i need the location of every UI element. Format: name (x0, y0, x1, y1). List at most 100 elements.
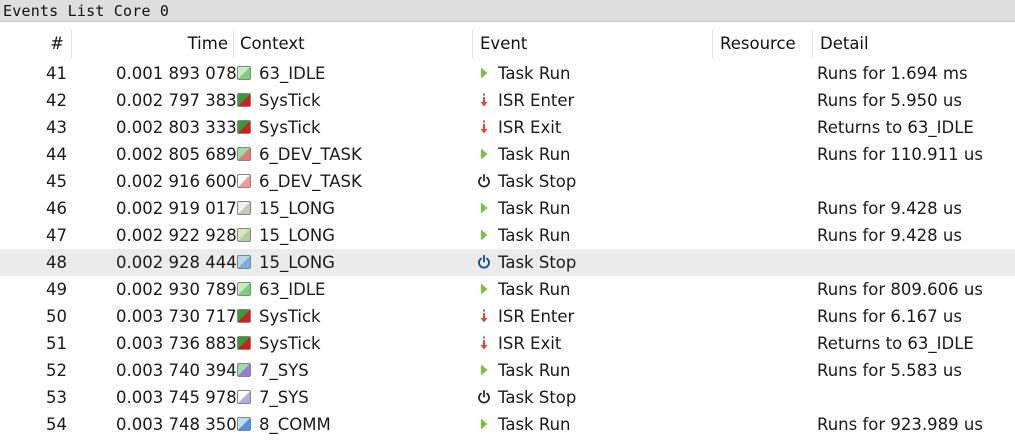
event-type: Task Stop (498, 172, 577, 191)
row-number: 47 (46, 226, 67, 245)
event-detail: Runs for 1.694 ms (817, 64, 968, 83)
play-icon (476, 227, 492, 243)
event-detail: Runs for 110.911 us (817, 145, 983, 164)
isr-exit-icon (476, 335, 492, 351)
event-context: 63_IDLE (259, 64, 326, 83)
table-row[interactable]: 50 0.003 730 717 SysTick ISR Enter Runs for … (0, 303, 1015, 330)
event-detail: Runs for 5.950 us (817, 91, 962, 110)
event-type: ISR Enter (498, 91, 575, 110)
event-time: 0.002 922 928 (116, 226, 237, 245)
event-time: 0.002 930 789 (116, 280, 237, 299)
row-number: 53 (46, 388, 67, 407)
row-number: 42 (46, 91, 67, 110)
event-detail: Runs for 923.989 us (817, 415, 983, 434)
column-header-resource[interactable]: Resource (720, 30, 796, 58)
event-context: 15_LONG (259, 253, 335, 272)
column-header-detail[interactable]: Detail (820, 30, 869, 58)
table-row[interactable]: 54 0.003 748 350 8_COMM Task Run Runs for 92… (0, 411, 1015, 438)
event-detail: Runs for 809.606 us (817, 280, 983, 299)
event-time: 0.003 736 883 (116, 334, 237, 353)
event-detail: Returns to 63_IDLE (817, 118, 974, 137)
play-icon (476, 65, 492, 81)
row-number: 41 (46, 64, 67, 83)
event-context: SysTick (259, 307, 321, 326)
event-context: 8_COMM (259, 415, 331, 434)
event-type: Task Run (498, 280, 571, 299)
row-number: 43 (46, 118, 67, 137)
table-row[interactable]: 45 0.002 916 600 6_DEV_TASK Task Stop (0, 168, 1015, 195)
event-type: ISR Enter (498, 307, 575, 326)
event-context: 6_DEV_TASK (259, 172, 362, 191)
table-row[interactable]: 44 0.002 805 689 6_DEV_TASK Task Run Runs fo… (0, 141, 1015, 168)
power-icon (476, 173, 492, 189)
table-row[interactable]: 42 0.002 797 383 SysTick ISR Enter Runs for … (0, 87, 1015, 114)
event-time: 0.002 919 017 (116, 199, 237, 218)
power-icon (476, 254, 492, 270)
row-number: 45 (46, 172, 67, 191)
column-header-context[interactable]: Context (240, 30, 305, 58)
context-color-swatch (237, 282, 251, 296)
context-color-swatch (237, 363, 251, 377)
table-row[interactable]: 52 0.003 740 394 7_SYS Task Run Runs for 5.5… (0, 357, 1015, 384)
event-detail: Runs for 9.428 us (817, 199, 962, 218)
event-context: SysTick (259, 118, 321, 137)
table-row[interactable]: 46 0.002 919 017 15_LONG Task Run Runs for 9… (0, 195, 1015, 222)
table-row[interactable]: 48 0.002 928 444 15_LONG Task Stop (0, 249, 1015, 276)
row-number: 46 (46, 199, 67, 218)
row-number: 50 (46, 307, 67, 326)
event-type: Task Stop (498, 388, 577, 407)
event-detail: Returns to 63_IDLE (817, 334, 974, 353)
row-number: 54 (46, 415, 67, 434)
event-time: 0.002 916 600 (116, 172, 237, 191)
table-row[interactable]: 53 0.003 745 978 7_SYS Task Stop (0, 384, 1015, 411)
event-context: 6_DEV_TASK (259, 145, 362, 164)
event-time: 0.002 805 689 (116, 145, 237, 164)
table-row[interactable]: 41 0.001 893 078 63_IDLE Task Run Runs for 1… (0, 60, 1015, 87)
event-context: 7_SYS (259, 361, 309, 380)
event-time: 0.003 730 717 (116, 307, 237, 326)
column-header-time[interactable]: Time (72, 30, 228, 58)
table-header: # Time Context Event Resource Detail (0, 30, 1015, 58)
event-context: SysTick (259, 91, 321, 110)
column-header-event[interactable]: Event (480, 30, 527, 58)
event-time: 0.001 893 078 (116, 64, 237, 83)
row-number: 49 (46, 280, 67, 299)
play-icon (476, 362, 492, 378)
context-color-swatch (237, 174, 251, 188)
context-color-swatch (237, 147, 251, 161)
event-time: 0.003 745 978 (116, 388, 237, 407)
isr-enter-icon (476, 308, 492, 324)
row-number: 48 (46, 253, 67, 272)
event-context: 15_LONG (259, 199, 335, 218)
event-type: Task Run (498, 226, 571, 245)
column-header-num[interactable]: # (0, 30, 64, 58)
event-type: Task Run (498, 145, 571, 164)
table-row[interactable]: 51 0.003 736 883 SysTick ISR Exit Returns to… (0, 330, 1015, 357)
event-time: 0.002 928 444 (116, 253, 237, 272)
context-color-swatch (237, 390, 251, 404)
table-row[interactable]: 43 0.002 803 333 SysTick ISR Exit Returns to… (0, 114, 1015, 141)
context-color-swatch (237, 120, 251, 134)
row-number: 51 (46, 334, 67, 353)
event-time: 0.003 740 394 (116, 361, 237, 380)
event-context: 15_LONG (259, 226, 335, 245)
isr-exit-icon (476, 119, 492, 135)
event-detail: Runs for 9.428 us (817, 226, 962, 245)
event-time: 0.002 803 333 (116, 118, 237, 137)
event-detail: Runs for 6.167 us (817, 307, 962, 326)
event-type: ISR Exit (498, 118, 562, 137)
event-time: 0.003 748 350 (116, 415, 237, 434)
context-color-swatch (237, 255, 251, 269)
context-color-swatch (237, 201, 251, 215)
column-separator[interactable] (712, 30, 713, 58)
row-number: 44 (46, 145, 67, 164)
table-row[interactable]: 47 0.002 922 928 15_LONG Task Run Runs for 9… (0, 222, 1015, 249)
play-icon (476, 416, 492, 432)
event-type: Task Run (498, 415, 571, 434)
column-separator[interactable] (812, 30, 813, 58)
context-color-swatch (237, 336, 251, 350)
event-type: ISR Exit (498, 334, 562, 353)
column-separator[interactable] (472, 30, 473, 58)
table-row[interactable]: 49 0.002 930 789 63_IDLE Task Run Runs for 8… (0, 276, 1015, 303)
column-separator[interactable] (233, 30, 234, 58)
